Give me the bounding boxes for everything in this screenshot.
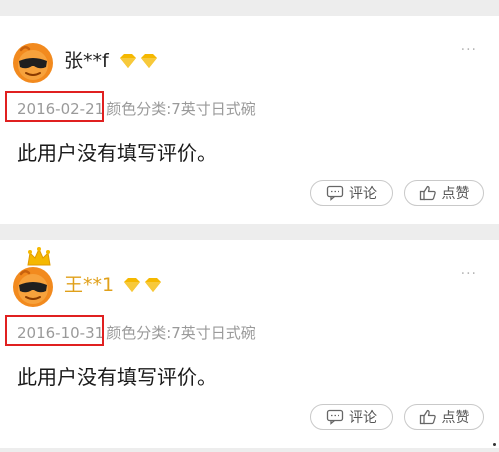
review-card: 张**f ··· 2016-02-21 颜色分类:7英寸日式碗 此用户没有填写评价… [0,16,499,224]
username[interactable]: 王**1 [64,274,114,296]
review-card: 王**1 ··· 2016-10-31 颜色分类:7英寸日式碗 此用户没有填写评价… [0,240,499,448]
avatar[interactable] [12,42,54,84]
comment-label: 评论 [349,410,377,426]
sunglasses-avatar-icon [13,43,53,83]
sunglasses-avatar-icon [13,267,53,307]
more-dots-icon[interactable]: ··· [461,267,477,281]
comment-button[interactable]: 评论 [310,404,393,430]
avatar[interactable] [12,266,54,308]
speech-bubble-icon [326,185,344,201]
diamond-icon [120,54,157,68]
stray-dot [493,443,496,446]
review-text: 此用户没有填写评价。 [17,365,217,389]
product-spec: 颜色分类:7英寸日式碗 [106,100,256,118]
username[interactable]: 张**f [64,50,109,72]
review-list: 张**f ··· 2016-02-21 颜色分类:7英寸日式碗 此用户没有填写评价… [0,0,499,452]
like-button[interactable]: 点赞 [404,180,484,206]
comment-label: 评论 [349,186,377,202]
like-button[interactable]: 点赞 [404,404,484,430]
crown-icon [26,247,52,269]
date-highlight-box [5,315,104,346]
vip-diamond-badge [122,276,164,294]
like-label: 点赞 [441,410,470,426]
thumbs-up-icon [419,409,437,425]
review-text: 此用户没有填写评价。 [17,141,217,165]
date-highlight-box [5,91,104,122]
diamond-icon [124,278,161,292]
more-dots-icon[interactable]: ··· [461,43,477,57]
thumbs-up-icon [419,185,437,201]
like-label: 点赞 [441,186,470,202]
vip-diamond-badge [118,52,160,70]
speech-bubble-icon [326,409,344,425]
product-spec: 颜色分类:7英寸日式碗 [106,324,256,342]
comment-button[interactable]: 评论 [310,180,393,206]
